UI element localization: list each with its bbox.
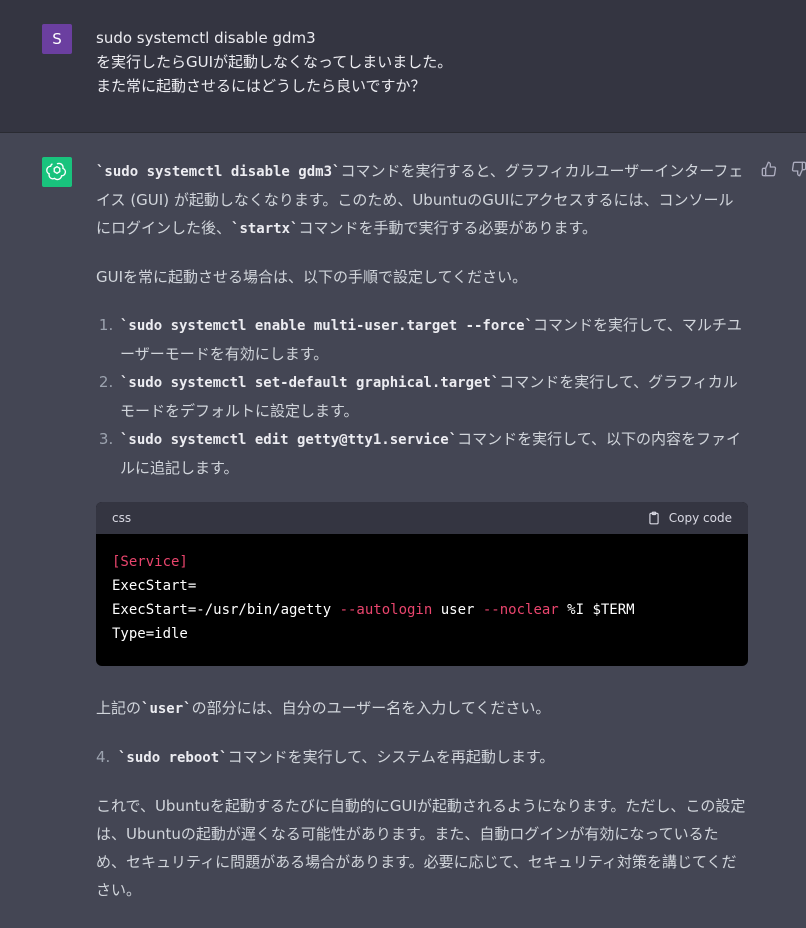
code-block: css Copy code [Service] ExecStart= ExecSta… <box>96 502 748 666</box>
code-line: Type=idle <box>112 626 188 642</box>
assistant-message-content: `sudo systemctl disable gdm3`コマンドを実行すると、… <box>96 157 748 924</box>
inline-code: `user` <box>141 701 192 717</box>
inline-code: `startx` <box>231 221 299 237</box>
list-item-text: コマンドを実行して、システムを再起動します。 <box>227 748 555 766</box>
assistant-avatar <box>42 157 72 187</box>
inline-code: `sudo reboot` <box>118 750 228 766</box>
thumbs-up-icon <box>761 161 777 177</box>
code-block-header: css Copy code <box>96 502 748 534</box>
closing-paragraph: これで、Ubuntuを起動するたびに自動的にGUIが起動されるようになります。た… <box>96 797 746 899</box>
inline-code: `sudo systemctl disable gdm3` <box>96 164 341 180</box>
paragraph-text: の部分には、自分のユーザー名を入力してください。 <box>191 699 551 717</box>
code-language-label: css <box>112 511 132 525</box>
user-message-text: sudo systemctl disable gdm3 を実行したらGUIが起動… <box>96 26 776 98</box>
list-item-number: 4. <box>96 748 111 766</box>
code-line: [Service] <box>112 550 732 574</box>
inline-code: `sudo systemctl enable multi-user.target… <box>120 318 534 334</box>
user-message-line: を実行したらGUIが起動しなくなってしまいました。 <box>96 53 453 71</box>
list-item: `sudo systemctl edit getty@tty1.service`… <box>118 425 746 482</box>
copy-code-button[interactable]: Copy code <box>647 504 732 532</box>
paragraph-text: コマンドを手動で実行する必要があります。 <box>298 219 597 237</box>
thumbs-up-button[interactable] <box>761 161 779 179</box>
user-message-line: sudo systemctl disable gdm3 <box>96 29 316 47</box>
clipboard-icon <box>649 511 659 525</box>
user-message: S sudo systemctl disable gdm3 を実行したらGUIが… <box>0 0 806 133</box>
code-line: ExecStart=-/usr/bin/agetty --autologin u… <box>112 598 732 622</box>
paragraph-text: 上記の <box>96 699 142 717</box>
inline-code: `sudo systemctl set-default graphical.ta… <box>120 375 500 391</box>
code-line: ExecStart= <box>112 578 197 594</box>
code-token: %I $TERM <box>558 602 635 618</box>
code-token: --noclear <box>482 602 559 618</box>
thumbs-down-button[interactable] <box>791 161 806 179</box>
intro-paragraph: `sudo systemctl disable gdm3`コマンドを実行すると、… <box>96 157 746 243</box>
code-token: [Service] <box>112 554 188 570</box>
instructions-paragraph: GUIを常に起動させる場合は、以下の手順で設定してください。 <box>96 268 528 286</box>
note-paragraph: 上記の`user`の部分には、自分のユーザー名を入力してください。 <box>96 694 746 723</box>
assistant-message: `sudo systemctl disable gdm3`コマンドを実行すると、… <box>0 133 806 928</box>
code-token: user <box>432 602 483 618</box>
list-item: 4. `sudo reboot`コマンドを実行して、システムを再起動します。 <box>96 743 746 772</box>
code-token: --autologin <box>339 602 433 618</box>
openai-logo-icon <box>46 162 67 181</box>
user-avatar: S <box>42 24 72 54</box>
thumbs-down-icon <box>791 161 806 177</box>
copy-code-label: Copy code <box>668 511 732 525</box>
user-message-line: また常に起動させるにはどうしたら良いですか？ <box>96 77 426 95</box>
steps-list: `sudo systemctl enable multi-user.target… <box>96 311 746 482</box>
code-token: ExecStart=-/usr/bin/agetty <box>112 602 340 618</box>
code-content[interactable]: [Service] ExecStart= ExecStart=-/usr/bin/a… <box>96 534 748 666</box>
inline-code: `sudo systemctl edit getty@tty1.service` <box>120 432 458 448</box>
list-item: `sudo systemctl set-default graphical.ta… <box>118 368 746 425</box>
list-item: `sudo systemctl enable multi-user.target… <box>118 311 746 368</box>
